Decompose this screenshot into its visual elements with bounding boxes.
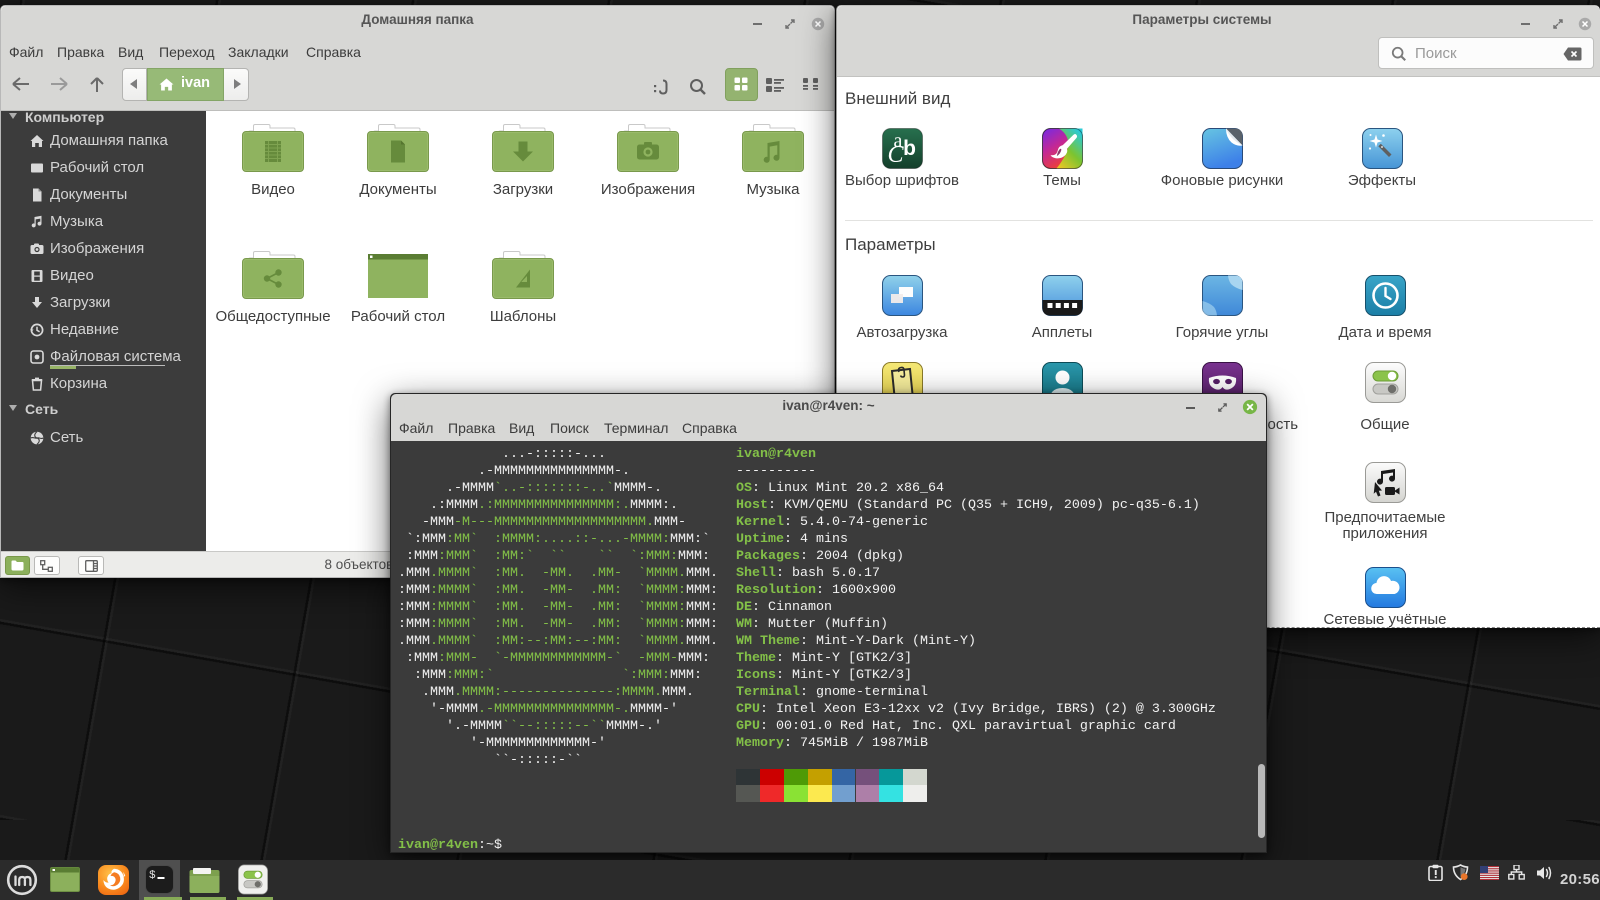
svg-text:C: C xyxy=(887,142,904,168)
svg-text:b: b xyxy=(903,137,916,160)
svg-text:$: $ xyxy=(149,870,156,882)
